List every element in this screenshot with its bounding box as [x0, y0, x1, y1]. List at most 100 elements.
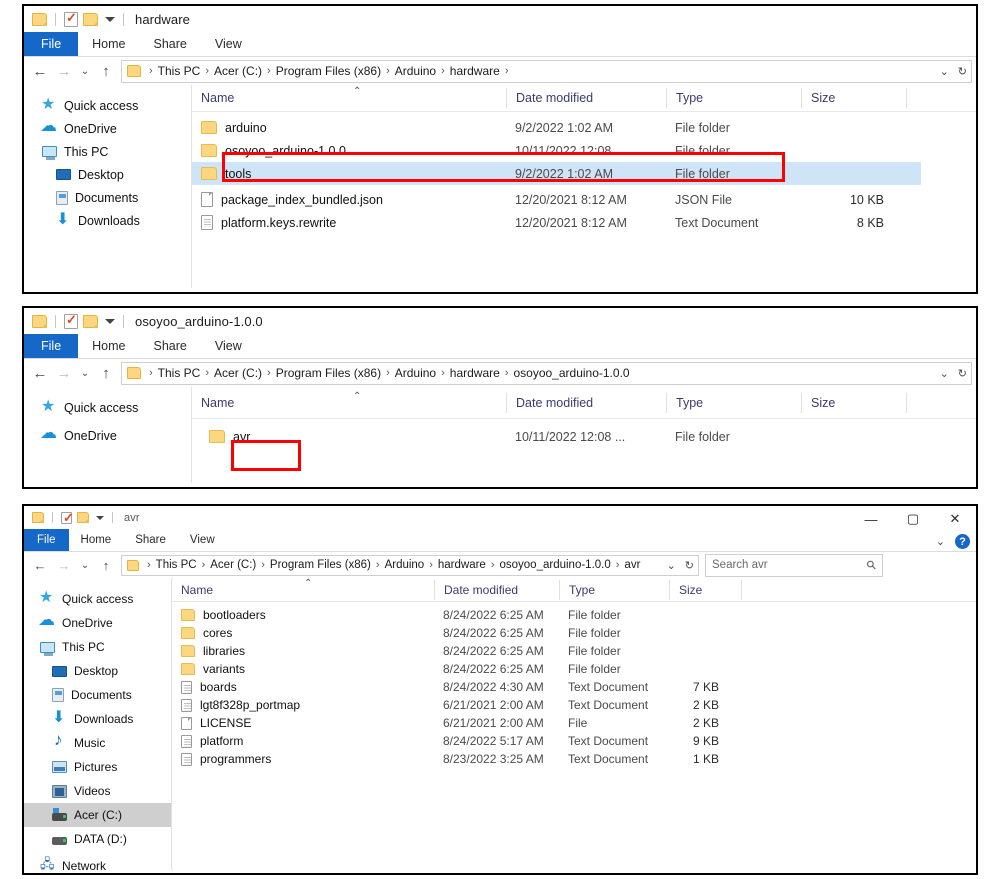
sidebar-item-desktop[interactable]: Desktop [24, 659, 171, 683]
new-folder-icon[interactable] [83, 314, 98, 328]
tab-file[interactable]: File [24, 32, 79, 56]
breadcrumb-this-pc[interactable]: This PC [158, 366, 201, 380]
column-header-name[interactable]: Name [172, 580, 434, 600]
table-row[interactable]: libraries 8/24/2022 6:25 AM File folder [172, 642, 976, 660]
breadcrumb-this-pc[interactable]: This PC [158, 64, 201, 78]
sidebar-item-videos[interactable]: Videos [24, 779, 171, 803]
properties-checkbox-icon[interactable] [61, 510, 74, 525]
properties-checkbox-icon[interactable] [64, 10, 78, 27]
breadcrumb[interactable]: › This PC › Acer (C:) › Program Files (x… [121, 59, 972, 83]
up-button[interactable]: ↑ [94, 59, 118, 83]
breadcrumb-avr[interactable]: avr [624, 559, 640, 571]
table-row[interactable]: lgt8f328p_portmap 6/21/2021 2:00 AM Text… [172, 696, 976, 714]
tab-file[interactable]: File [24, 529, 69, 551]
column-header-date[interactable]: Date modified [434, 579, 559, 600]
sidebar-item-quick-access[interactable]: Quick access [24, 396, 191, 419]
tab-home[interactable]: Home [78, 32, 139, 56]
column-header-extra[interactable] [906, 88, 946, 108]
column-header-name[interactable]: Name [192, 88, 506, 108]
sidebar-item-pictures[interactable]: Pictures [24, 755, 171, 779]
breadcrumb-arduino[interactable]: Arduino [385, 559, 425, 571]
table-row[interactable]: package_index_bundled.json 12/20/2021 8:… [192, 188, 976, 211]
sidebar-item-desktop[interactable]: Desktop [24, 163, 191, 186]
table-row[interactable]: variants 8/24/2022 6:25 AM File folder [172, 660, 976, 678]
tab-home[interactable]: Home [69, 529, 124, 551]
sidebar-item-quick-access[interactable]: Quick access [24, 587, 171, 611]
forward-button[interactable]: → [52, 59, 76, 83]
back-button[interactable]: ← [28, 553, 52, 577]
quick-access-toolbar[interactable] [32, 10, 127, 27]
up-button[interactable]: ↑ [94, 361, 118, 385]
breadcrumb-acer-c[interactable]: Acer (C:) [214, 366, 262, 380]
back-button[interactable]: ← [28, 59, 52, 83]
recent-locations-icon[interactable]: ⌄ [76, 59, 94, 83]
column-header-type[interactable]: Type [559, 579, 669, 600]
tab-file[interactable]: File [24, 334, 79, 358]
table-row[interactable]: platform 8/24/2022 5:17 AM Text Document… [172, 732, 976, 750]
sidebar-item-network[interactable]: Network [24, 854, 171, 873]
sidebar-item-downloads[interactable]: Downloads [24, 707, 171, 731]
help-icon[interactable]: ? [955, 534, 970, 549]
sidebar-item-onedrive[interactable]: OneDrive [24, 610, 171, 635]
column-header-date[interactable]: Date modified [506, 88, 666, 108]
breadcrumb-acer-c[interactable]: Acer (C:) [210, 559, 256, 571]
search-input[interactable]: Search avr ⚲ [705, 553, 883, 577]
breadcrumb-arduino[interactable]: Arduino [395, 64, 436, 78]
tab-share[interactable]: Share [140, 334, 201, 358]
breadcrumb[interactable]: › This PC › Acer (C:) › Program Files (x… [121, 554, 699, 576]
breadcrumb-hardware[interactable]: hardware [450, 64, 500, 78]
chevron-down-icon[interactable]: ⌄ [936, 535, 945, 548]
refresh-icon[interactable]: ↻ [685, 559, 694, 572]
forward-button[interactable]: → [52, 553, 76, 577]
tab-share[interactable]: Share [123, 529, 178, 551]
table-row[interactable]: cores 8/24/2022 6:25 AM File folder [172, 624, 976, 642]
breadcrumb-program-files[interactable]: Program Files (x86) [276, 64, 381, 78]
previous-locations-icon[interactable]: ⌄ [940, 367, 949, 380]
tab-share[interactable]: Share [140, 32, 201, 56]
table-row[interactable]: tools 9/2/2022 1:02 AM File folder [192, 162, 921, 185]
new-folder-icon[interactable] [83, 12, 98, 26]
table-row[interactable]: LICENSE 6/21/2021 2:00 AM File 2 KB [172, 714, 976, 732]
sidebar-item-this-pc[interactable]: This PC [24, 635, 171, 659]
sidebar-item-data-d[interactable]: DATA (D:) [24, 827, 171, 851]
sidebar-item-documents[interactable]: Documents [24, 186, 191, 209]
table-row[interactable]: osoyoo_arduino-1.0.0 10/11/2022 12:08 ..… [192, 139, 976, 162]
column-header-type[interactable]: Type [666, 88, 801, 108]
sidebar-item-music[interactable]: Music [24, 730, 171, 755]
tab-view[interactable]: View [178, 529, 227, 551]
recent-locations-icon[interactable]: ⌄ [76, 553, 94, 577]
refresh-icon[interactable]: ↻ [958, 65, 967, 78]
recent-locations-icon[interactable]: ⌄ [76, 361, 94, 385]
table-row[interactable]: platform.keys.rewrite 12/20/2021 8:12 AM… [192, 211, 976, 234]
column-header-size[interactable]: Size [669, 579, 741, 600]
new-folder-icon[interactable] [77, 512, 89, 523]
breadcrumb-hardware[interactable]: hardware [450, 366, 500, 380]
sidebar-item-onedrive[interactable]: OneDrive [24, 423, 191, 447]
column-header-name[interactable]: Name [192, 393, 506, 413]
breadcrumb[interactable]: › This PC › Acer (C:) › Program Files (x… [121, 361, 972, 385]
sidebar-item-this-pc[interactable]: This PC [24, 140, 191, 163]
chevron-down-icon[interactable] [105, 16, 115, 22]
tab-home[interactable]: Home [78, 334, 139, 358]
breadcrumb-osoyoo[interactable]: osoyoo_arduino-1.0.0 [513, 366, 629, 380]
chevron-down-icon[interactable] [105, 318, 115, 324]
tab-view[interactable]: View [201, 334, 256, 358]
column-header-size[interactable]: Size [801, 392, 906, 413]
column-header-extra[interactable] [741, 579, 781, 600]
breadcrumb-hardware[interactable]: hardware [438, 559, 486, 571]
breadcrumb-program-files[interactable]: Program Files (x86) [276, 366, 381, 380]
column-header-extra[interactable] [906, 392, 946, 413]
table-row[interactable]: bootloaders 8/24/2022 6:25 AM File folde… [172, 606, 976, 624]
table-row[interactable]: programmers 8/23/2022 3:25 AM Text Docum… [172, 750, 976, 768]
column-header-type[interactable]: Type [666, 392, 801, 413]
tab-view[interactable]: View [201, 32, 256, 56]
breadcrumb-acer-c[interactable]: Acer (C:) [214, 64, 262, 78]
refresh-icon[interactable]: ↻ [958, 367, 967, 380]
sidebar-item-quick-access[interactable]: Quick access [24, 94, 191, 117]
previous-locations-icon[interactable]: ⌄ [667, 559, 676, 572]
sidebar-item-onedrive[interactable]: OneDrive [24, 116, 191, 140]
quick-access-toolbar[interactable] [32, 312, 127, 329]
sidebar-item-documents[interactable]: Documents [24, 683, 171, 707]
table-row[interactable]: boards 8/24/2022 4:30 AM Text Document 7… [172, 678, 976, 696]
properties-checkbox-icon[interactable] [64, 312, 78, 329]
